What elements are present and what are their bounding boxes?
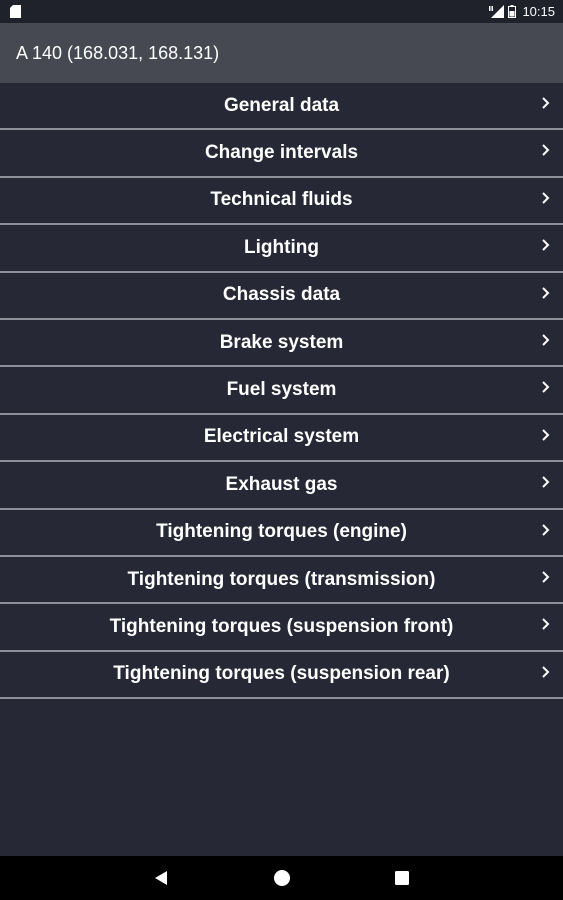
status-bar: 10:15 <box>0 0 563 23</box>
nav-back-button[interactable] <box>151 868 171 888</box>
chevron-right-icon <box>542 144 550 157</box>
chevron-right-icon <box>542 286 550 299</box>
menu-item-change-intervals[interactable]: Change intervals <box>0 130 563 178</box>
chevron-right-icon <box>542 618 550 631</box>
mobile-data-icon <box>489 5 505 18</box>
status-clock: 10:15 <box>522 4 555 19</box>
menu-item-label: General data <box>223 94 340 116</box>
menu-item-label: Electrical system <box>203 426 360 448</box>
chevron-right-icon <box>542 381 550 394</box>
menu-item-chassis-data[interactable]: Chassis data <box>0 273 563 320</box>
menu-item-brake-system[interactable]: Brake system <box>0 320 563 368</box>
menu-item-torques-transmission[interactable]: Tightening torques (transmission) <box>0 557 563 605</box>
chevron-right-icon <box>542 665 550 678</box>
menu-item-electrical-system[interactable]: Electrical system <box>0 415 563 463</box>
app-bar-title: A 140 (168.031, 168.131) <box>16 42 220 63</box>
chevron-right-icon <box>542 523 550 536</box>
menu-item-technical-fluids[interactable]: Technical fluids <box>0 178 563 226</box>
app-bar: A 140 (168.031, 168.131) <box>0 23 563 83</box>
chevron-right-icon <box>542 571 550 583</box>
chevron-right-icon <box>542 476 550 488</box>
menu-item-label: Fuel system <box>226 379 337 401</box>
menu-item-label: Tightening torques (suspension rear) <box>113 663 450 685</box>
menu-item-label: Tightening torques (transmission) <box>127 568 436 590</box>
menu-item-general-data[interactable]: General data <box>0 83 563 131</box>
menu-item-label: Tightening torques (suspension front) <box>109 615 454 637</box>
chevron-right-icon <box>542 97 550 109</box>
menu-item-torques-suspension-front[interactable]: Tightening torques (suspension front) <box>0 604 563 652</box>
chevron-right-icon <box>542 192 550 204</box>
menu-item-label: Exhaust gas <box>225 473 338 495</box>
nav-home-button[interactable] <box>272 868 292 888</box>
menu-item-label: Lighting <box>244 236 319 258</box>
menu-item-label: Brake system <box>219 331 344 353</box>
chevron-right-icon <box>542 334 550 346</box>
menu-item-torques-engine[interactable]: Tightening torques (engine) <box>0 510 563 557</box>
chevron-right-icon <box>542 429 550 441</box>
menu-item-label: Chassis data <box>222 284 341 306</box>
menu-item-label: Technical fluids <box>210 189 353 211</box>
chevron-right-icon <box>542 239 550 251</box>
nav-recents-button[interactable] <box>392 868 412 888</box>
battery-icon <box>508 5 517 18</box>
home-icon <box>274 870 290 886</box>
menu-item-fuel-system[interactable]: Fuel system <box>0 367 563 415</box>
menu-list: General data Change intervals Technical … <box>0 83 563 700</box>
sd-card-icon <box>10 5 21 18</box>
menu-item-torques-suspension-rear[interactable]: Tightening torques (suspension rear) <box>0 652 563 700</box>
menu-item-exhaust-gas[interactable]: Exhaust gas <box>0 462 563 510</box>
navigation-bar <box>0 856 563 900</box>
menu-item-label: Change intervals <box>204 142 359 164</box>
menu-item-label: Tightening torques (engine) <box>156 521 407 543</box>
menu-item-lighting[interactable]: Lighting <box>0 225 563 273</box>
screen: 10:15 A 140 (168.031, 168.131) General d… <box>0 0 563 900</box>
recents-icon <box>395 871 409 885</box>
back-icon <box>155 871 167 885</box>
